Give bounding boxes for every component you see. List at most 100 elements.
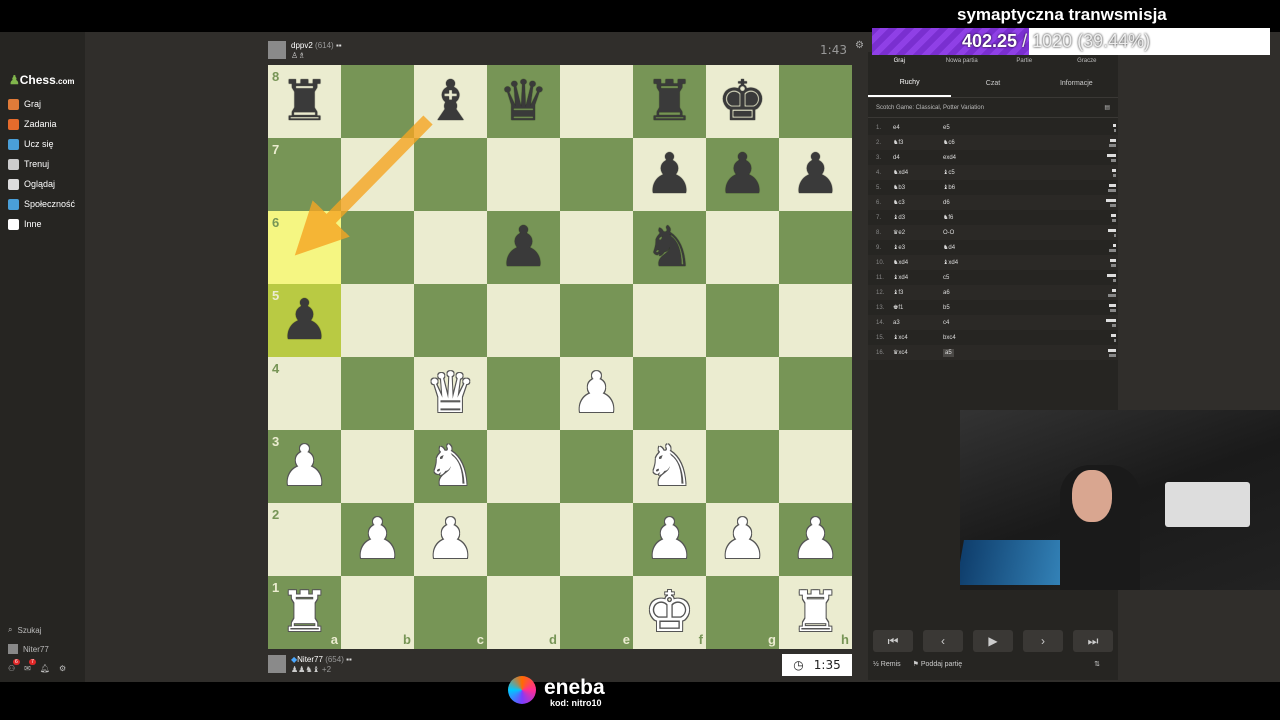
square-e4[interactable]: ♟: [560, 357, 633, 430]
square-d6[interactable]: ♟: [487, 211, 560, 284]
square-c6[interactable]: [414, 211, 487, 284]
square-a3[interactable]: 3 ♟: [268, 430, 341, 503]
tab-1[interactable]: Czat: [951, 70, 1034, 97]
square-f1[interactable]: f ♚: [633, 576, 706, 649]
white-pawn-piece[interactable]: ♟: [717, 511, 767, 568]
square-d5[interactable]: [487, 284, 560, 357]
sidebar-item-5[interactable]: Społeczność: [8, 196, 75, 212]
black-pawn-piece[interactable]: ♟: [498, 219, 548, 276]
white-move[interactable]: ♝f3: [893, 289, 943, 296]
draw-button[interactable]: ½ Remis: [873, 661, 901, 668]
square-b8[interactable]: [341, 65, 414, 138]
sidebar-item-1[interactable]: Zadania: [8, 116, 57, 132]
square-b3[interactable]: [341, 430, 414, 503]
white-move[interactable]: ♞xd4: [893, 169, 943, 176]
white-move[interactable]: ♝d3: [893, 214, 943, 221]
square-c2[interactable]: ♟: [414, 503, 487, 576]
square-d4[interactable]: [487, 357, 560, 430]
opening-name[interactable]: Scotch Game: Classical, Potter Variation: [876, 105, 984, 111]
square-e1[interactable]: e: [560, 576, 633, 649]
top-tab-1[interactable]: Nowa partia: [931, 58, 994, 64]
white-pawn-piece[interactable]: ♟: [352, 511, 402, 568]
square-h8[interactable]: [779, 65, 852, 138]
black-move[interactable]: b5: [943, 305, 993, 311]
square-a7[interactable]: 7: [268, 138, 341, 211]
white-pawn-piece[interactable]: ♟: [644, 511, 694, 568]
white-move[interactable]: ♛e2: [893, 229, 943, 236]
square-e2[interactable]: [560, 503, 633, 576]
white-king-piece[interactable]: ♚: [644, 584, 694, 641]
square-f7[interactable]: ♟: [633, 138, 706, 211]
bottom-player-avatar[interactable]: [268, 655, 286, 673]
square-a8[interactable]: 8 ♜: [268, 65, 341, 138]
square-a5[interactable]: 5 ♟: [268, 284, 341, 357]
square-c4[interactable]: ♛: [414, 357, 487, 430]
sidebar-item-0[interactable]: Graj: [8, 96, 41, 112]
last-move-button[interactable]: ⏭: [1073, 630, 1113, 652]
settings-gear-icon[interactable]: ⚙: [855, 40, 864, 51]
bottom-player-name[interactable]: Niter77: [297, 655, 323, 664]
flip-board-icon[interactable]: ⇅: [1094, 660, 1100, 668]
tab-0[interactable]: Ruchy: [868, 70, 952, 97]
square-d3[interactable]: [487, 430, 560, 503]
top-player-name[interactable]: dppv2: [291, 41, 313, 50]
black-move[interactable]: a6: [943, 290, 993, 296]
square-c8[interactable]: ♝: [414, 65, 487, 138]
bell-icon[interactable]: 🔔︎: [40, 664, 50, 673]
square-e8[interactable]: [560, 65, 633, 138]
white-rook-piece[interactable]: ♜: [279, 584, 329, 641]
square-g3[interactable]: [706, 430, 779, 503]
square-g8[interactable]: ♚: [706, 65, 779, 138]
black-king-piece[interactable]: ♚: [717, 73, 767, 130]
first-move-button[interactable]: ⏮: [873, 630, 913, 652]
square-g1[interactable]: g: [706, 576, 779, 649]
white-knight-piece[interactable]: ♞: [644, 438, 694, 495]
black-pawn-piece[interactable]: ♟: [790, 146, 840, 203]
black-move[interactable]: a5: [943, 348, 954, 357]
white-move[interactable]: ♞f3: [893, 139, 943, 146]
square-g6[interactable]: [706, 211, 779, 284]
white-pawn-piece[interactable]: ♟: [790, 511, 840, 568]
square-g2[interactable]: ♟: [706, 503, 779, 576]
friends-icon[interactable]: ⚇ 6: [8, 659, 20, 673]
square-d1[interactable]: d: [487, 576, 560, 649]
chess-logo[interactable]: ♟Chess.com: [9, 73, 74, 87]
white-move[interactable]: ♞b3: [893, 184, 943, 191]
black-move[interactable]: bxc4: [943, 335, 993, 341]
white-move[interactable]: ♝xd4: [893, 274, 943, 281]
square-f2[interactable]: ♟: [633, 503, 706, 576]
square-f4[interactable]: [633, 357, 706, 430]
black-move[interactable]: ♞c6: [943, 139, 993, 146]
white-move[interactable]: e4: [893, 125, 943, 131]
square-c5[interactable]: [414, 284, 487, 357]
square-a4[interactable]: 4: [268, 357, 341, 430]
chess-board[interactable]: 8 ♜ ♝ ♛ ♜ ♚ 7 ♟ ♟ ♟ 6 ♟ ♞ 5 ♟ 4 ♛ ♟ 3 ♟ ♞ ♞ 2 ♟ ♟ ♟ ♟ ♟ 1 a ♜ b c d e f ♚ g h ♜: [268, 65, 852, 649]
square-b6[interactable]: [341, 211, 414, 284]
black-move[interactable]: d6: [943, 200, 993, 206]
prev-move-button[interactable]: ‹: [923, 630, 963, 652]
black-move[interactable]: ♞f6: [943, 214, 993, 221]
square-f8[interactable]: ♜: [633, 65, 706, 138]
white-knight-piece[interactable]: ♞: [425, 438, 475, 495]
square-d8[interactable]: ♛: [487, 65, 560, 138]
square-e3[interactable]: [560, 430, 633, 503]
white-rook-piece[interactable]: ♜: [790, 584, 840, 641]
square-g5[interactable]: [706, 284, 779, 357]
black-move[interactable]: exd4: [943, 155, 993, 161]
sidebar-item-2[interactable]: Ucz się: [8, 136, 54, 152]
square-b7[interactable]: [341, 138, 414, 211]
white-move[interactable]: a3: [893, 320, 943, 326]
black-queen-piece[interactable]: ♛: [498, 73, 548, 130]
black-move[interactable]: ♝b6: [943, 184, 993, 191]
black-move[interactable]: c5: [943, 275, 993, 281]
next-move-button[interactable]: ›: [1023, 630, 1063, 652]
white-move[interactable]: d4: [893, 155, 943, 161]
black-move[interactable]: O-O: [943, 230, 993, 236]
white-move[interactable]: ♝xc4: [893, 334, 943, 341]
user-link[interactable]: Niter77: [8, 644, 49, 654]
black-pawn-piece[interactable]: ♟: [717, 146, 767, 203]
sidebar-item-6[interactable]: Inne: [8, 216, 42, 232]
tab-2[interactable]: Informacje: [1035, 70, 1118, 97]
square-a1[interactable]: 1 a ♜: [268, 576, 341, 649]
top-tab-2[interactable]: Partie: [993, 58, 1056, 64]
